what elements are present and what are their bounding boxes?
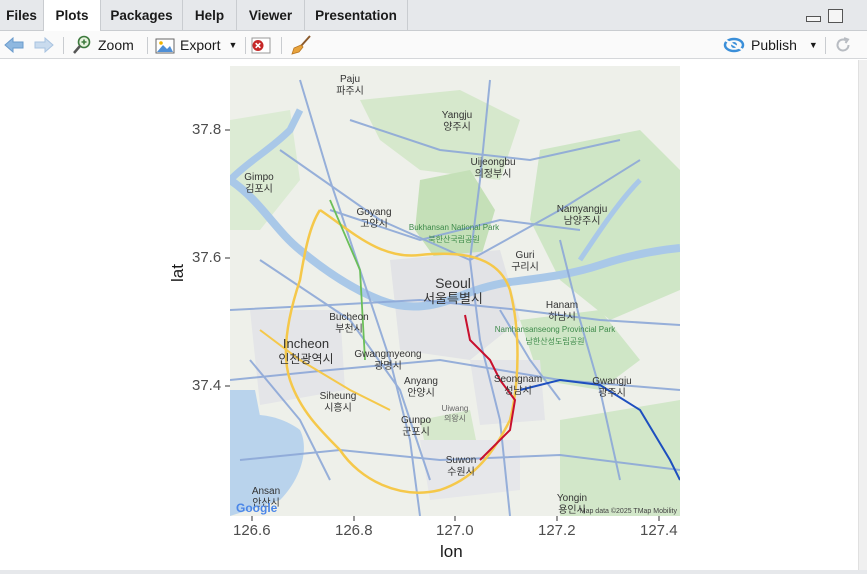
y-tick-label: 37.4 bbox=[192, 377, 222, 394]
tab-packages[interactable]: Packages bbox=[101, 0, 183, 31]
toolbar-divider bbox=[825, 37, 826, 54]
remove-plot-button[interactable] bbox=[251, 35, 271, 55]
maximize-pane-icon[interactable] bbox=[828, 9, 843, 23]
place-label-en: Ansan bbox=[252, 486, 280, 497]
tab-presentation[interactable]: Presentation bbox=[305, 0, 408, 31]
place-label-en: Gunpo bbox=[401, 415, 431, 426]
place-label-ko: 하남시 bbox=[548, 310, 576, 323]
remove-plot-icon bbox=[251, 37, 271, 53]
place-label-en: Seoul bbox=[435, 275, 471, 291]
x-tick-label: 126.6 bbox=[233, 522, 271, 539]
refresh-button[interactable] bbox=[834, 35, 852, 55]
place-label-ko: 김포시 bbox=[245, 183, 273, 195]
tab-files[interactable]: Files bbox=[0, 0, 44, 31]
place-label-ko: 성남시 bbox=[504, 385, 532, 397]
zoom-button[interactable]: Zoom bbox=[72, 35, 134, 55]
place-label-ko: 의정부시 bbox=[475, 168, 512, 180]
x-axis-title: lon bbox=[440, 542, 463, 561]
place-label-en: Namhansanseong Provincial Park bbox=[495, 325, 617, 334]
x-tick-label: 126.8 bbox=[335, 522, 373, 539]
publish-button[interactable]: Publish ▼ bbox=[723, 35, 818, 55]
chevron-down-icon: ▼ bbox=[808, 40, 818, 50]
plot-viewer: Paju 파주시 Yangju 양주시 Uijeongbu 의정부시 Gimpo… bbox=[0, 60, 858, 570]
place-label-ko: 서울특별시 bbox=[423, 291, 483, 306]
place-label-en: Seongnam bbox=[494, 374, 542, 385]
place-label-en: Uiwang bbox=[442, 404, 469, 413]
y-tick-label: 37.8 bbox=[192, 121, 222, 138]
place-label-en: Goyang bbox=[356, 207, 391, 218]
toolbar-divider bbox=[147, 37, 148, 54]
toolbar-divider bbox=[63, 37, 64, 54]
place-label-en: Yongin bbox=[557, 493, 587, 504]
pane-bottom-border bbox=[0, 570, 867, 574]
place-label-ko: 안양시 bbox=[407, 387, 435, 399]
place-label-ko: 시흥시 bbox=[324, 401, 352, 414]
place-label-ko: 구리시 bbox=[511, 261, 539, 273]
place-label-en: Yangju bbox=[442, 110, 472, 121]
place-label-ko: 북한산국립공원 bbox=[428, 234, 480, 244]
zoom-icon bbox=[73, 35, 91, 54]
place-label-ko: 파주시 bbox=[336, 85, 364, 97]
place-label-en: Namyangju bbox=[557, 204, 608, 215]
place-label-en: Anyang bbox=[404, 376, 438, 387]
place-label-en: Bucheon bbox=[329, 312, 368, 323]
place-label-ko: 양주시 bbox=[443, 121, 471, 133]
toolbar-divider bbox=[245, 37, 246, 54]
export-button[interactable]: Export ▼ bbox=[155, 35, 237, 55]
place-label-en: Siheung bbox=[320, 391, 357, 402]
broom-icon bbox=[291, 35, 311, 55]
place-label-ko: 남양주시 bbox=[564, 215, 601, 227]
place-label-en: Guri bbox=[516, 250, 535, 261]
back-arrow-icon[interactable] bbox=[4, 35, 24, 55]
x-tick-label: 127.4 bbox=[640, 522, 678, 539]
map-plot: Paju 파주시 Yangju 양주시 Uijeongbu 의정부시 Gimpo… bbox=[225, 66, 680, 521]
place-label-ko: 수원시 bbox=[447, 466, 475, 478]
y-axis-title: lat bbox=[168, 264, 187, 282]
place-label-ko: 의왕시 bbox=[444, 413, 466, 423]
place-label-en: Gwangmyeong bbox=[354, 349, 421, 360]
refresh-icon bbox=[836, 37, 850, 52]
publish-icon bbox=[723, 37, 745, 53]
pane-tab-bar: Files Plots Packages Help Viewer Present… bbox=[0, 0, 867, 32]
x-tick-label: 127.2 bbox=[538, 522, 576, 539]
place-label-en: Bukhansan National Park bbox=[409, 223, 500, 232]
plots-toolbar: Zoom Export ▼ Publish ▼ bbox=[0, 31, 867, 59]
map-tile: Paju 파주시 Yangju 양주시 Uijeongbu 의정부시 Gimpo… bbox=[230, 66, 680, 516]
place-label-en: Incheon bbox=[283, 336, 329, 351]
place-label-ko: 군포시 bbox=[402, 426, 430, 438]
place-label-en: Gwangju bbox=[592, 376, 631, 387]
chevron-down-icon: ▼ bbox=[228, 40, 238, 50]
map-attribution: Map data ©2025 TMap Mobility bbox=[580, 507, 678, 515]
place-label-en: Hanam bbox=[546, 300, 578, 311]
google-logo: Google bbox=[236, 501, 278, 515]
place-label-en: Uijeongbu bbox=[470, 157, 515, 168]
place-label-en: Suwon bbox=[446, 455, 477, 466]
tab-plots[interactable]: Plots bbox=[44, 0, 101, 32]
place-label-en: Gimpo bbox=[244, 172, 274, 183]
place-label-ko: 인천광역시 bbox=[278, 351, 333, 366]
place-label-en: Paju bbox=[340, 74, 360, 85]
place-label-ko: 고양시 bbox=[360, 218, 388, 230]
plot-scrollbar[interactable] bbox=[858, 60, 867, 570]
x-tick-label: 127.0 bbox=[436, 522, 474, 539]
place-label-ko: 부천시 bbox=[335, 323, 363, 335]
place-label-ko: 남한산성도립공원 bbox=[526, 336, 585, 346]
tab-viewer[interactable]: Viewer bbox=[237, 0, 305, 31]
export-image-icon bbox=[155, 38, 175, 53]
export-label: Export bbox=[180, 37, 221, 53]
toolbar-divider bbox=[281, 37, 282, 54]
minimize-pane-icon[interactable] bbox=[806, 16, 821, 22]
place-label-ko: 광주시 bbox=[598, 387, 626, 399]
y-tick-label: 37.6 bbox=[192, 249, 222, 266]
tab-help[interactable]: Help bbox=[183, 0, 237, 31]
place-label-ko: 광명시 bbox=[374, 360, 402, 372]
clear-plots-button[interactable] bbox=[290, 35, 312, 55]
forward-arrow-icon[interactable] bbox=[34, 35, 54, 55]
publish-label: Publish bbox=[751, 37, 797, 53]
zoom-label: Zoom bbox=[98, 37, 134, 53]
